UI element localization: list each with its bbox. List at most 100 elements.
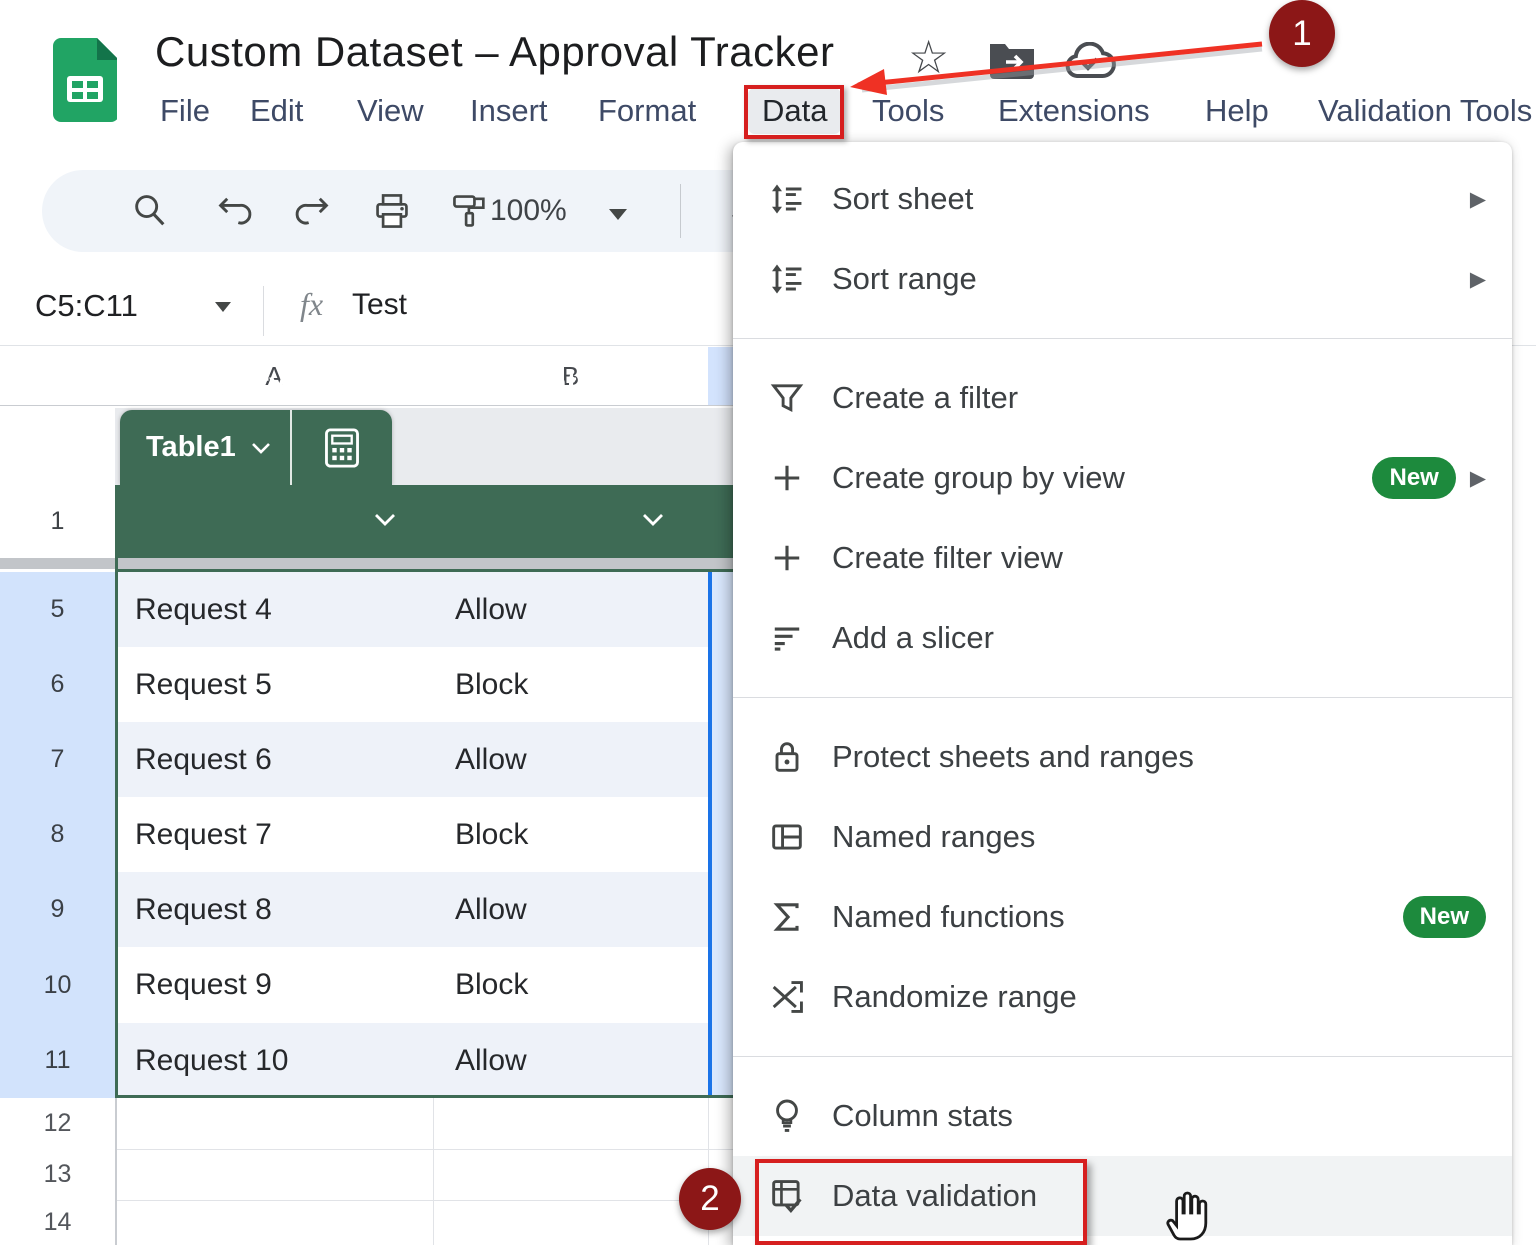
- menubar-item-file[interactable]: File: [160, 88, 210, 134]
- cell-a8-entry[interactable]: Request 7: [115, 797, 433, 872]
- menu-item-create-a-filter[interactable]: Create a filter: [733, 358, 1512, 438]
- menubar-item-edit[interactable]: Edit: [250, 88, 303, 134]
- cell-b7-status[interactable]: Allow: [433, 722, 708, 797]
- row-header-11[interactable]: 11: [0, 1023, 115, 1099]
- move-to-folder-icon[interactable]: [988, 40, 1036, 80]
- cell-a10-entry[interactable]: Request 9: [115, 947, 433, 1023]
- menu-item-randomize-range[interactable]: Randomize range: [733, 957, 1512, 1037]
- table-name-chip[interactable]: Table1: [120, 410, 392, 485]
- cell-b9-status[interactable]: Allow: [433, 872, 708, 947]
- row-header-7[interactable]: 7: [0, 722, 115, 798]
- print-icon[interactable]: [372, 191, 412, 231]
- cell-b5-status[interactable]: Allow: [433, 572, 708, 647]
- row-header-14[interactable]: 14: [0, 1200, 117, 1245]
- annotation-step-1-badge: 1: [1269, 0, 1335, 67]
- cell-text: Block: [455, 968, 528, 1002]
- menubar-item-validation-tools[interactable]: Validation Tools: [1318, 88, 1532, 134]
- cell-c10-selected[interactable]: [708, 947, 733, 1023]
- cell-text: Allow: [455, 743, 527, 777]
- chevron-down-icon[interactable]: [372, 512, 398, 528]
- cell-text: Request 10: [135, 1044, 288, 1078]
- menu-divider: [733, 697, 1512, 698]
- document-title[interactable]: Custom Dataset – Approval Tracker: [155, 28, 834, 76]
- table-header-a-entry[interactable]: A (Entry): [170, 347, 296, 420]
- menu-item-column-stats[interactable]: Column stats: [733, 1076, 1512, 1156]
- cell-text: Allow: [455, 893, 527, 927]
- chevron-down-icon[interactable]: [640, 512, 666, 528]
- search-icon[interactable]: [130, 191, 170, 231]
- submenu-arrow-icon: ▶: [1470, 466, 1486, 491]
- row-header-12[interactable]: 12: [0, 1098, 117, 1150]
- row-header-10[interactable]: 10: [0, 947, 115, 1024]
- lightbulb-icon: [766, 1095, 808, 1137]
- redo-icon[interactable]: [292, 191, 332, 231]
- menubar-item-insert[interactable]: Insert: [470, 88, 548, 134]
- gridline: [433, 1098, 434, 1149]
- cell-c6-selected[interactable]: [708, 647, 733, 722]
- name-box-arrow-icon[interactable]: [215, 302, 231, 312]
- submenu-arrow-icon: ▶: [1470, 187, 1486, 212]
- cell-text: Block: [455, 818, 528, 852]
- menu-item-sort-sheet[interactable]: Sort sheet▶: [733, 159, 1512, 239]
- menu-item-label: Create filter view: [832, 540, 1063, 576]
- menu-item-create-group-by-view[interactable]: Create group by viewNew▶: [733, 438, 1512, 518]
- row-header-1[interactable]: 1: [0, 485, 116, 559]
- menu-item-label: Named functions: [832, 899, 1065, 935]
- table-header-b-status[interactable]: B (Status): [480, 347, 622, 420]
- divider: [263, 286, 264, 336]
- formula-input[interactable]: Test: [352, 288, 407, 322]
- menubar-item-tools[interactable]: Tools: [872, 88, 944, 134]
- cell-c5-selected[interactable]: [708, 572, 733, 647]
- cell-text: 6: [51, 670, 65, 699]
- cell-a6-entry[interactable]: Request 5: [115, 647, 433, 722]
- undo-icon[interactable]: [215, 191, 255, 231]
- new-badge: New: [1372, 457, 1455, 499]
- row-header-13[interactable]: 13: [0, 1149, 117, 1201]
- menubar-item-view[interactable]: View: [357, 88, 424, 134]
- menu-item-create-filter-view[interactable]: Create filter view: [733, 518, 1512, 598]
- cell-a9-entry[interactable]: Request 8: [115, 872, 433, 947]
- row-header-9[interactable]: 9: [0, 872, 115, 948]
- sort-icon: [766, 178, 808, 220]
- menubar-item-extensions[interactable]: Extensions: [998, 88, 1150, 134]
- cell-text: Request 4: [135, 593, 272, 627]
- cloud-saved-icon[interactable]: [1062, 42, 1118, 82]
- name-box[interactable]: C5:C11: [35, 288, 138, 324]
- menu-item-sort-range[interactable]: Sort range▶: [733, 239, 1512, 319]
- cell-text: 9: [51, 895, 65, 924]
- zoom-control[interactable]: 100%: [490, 187, 627, 235]
- gridline: [115, 1200, 740, 1201]
- menubar-item-format[interactable]: Format: [598, 88, 696, 134]
- menu-item-label: Column stats: [832, 1098, 1013, 1134]
- cell-b11-status[interactable]: Allow: [433, 1023, 708, 1098]
- cell-c7-selected[interactable]: [708, 722, 733, 797]
- row-header-6[interactable]: 6: [0, 647, 115, 723]
- cell-a11-entry[interactable]: Request 10: [115, 1023, 433, 1098]
- table-options-icon[interactable]: [292, 423, 392, 473]
- menu-item-named-ranges[interactable]: Named ranges: [733, 797, 1512, 877]
- menu-item-protect-sheets-and-ranges[interactable]: Protect sheets and ranges: [733, 717, 1512, 797]
- menu-item-label: Named ranges: [832, 819, 1035, 855]
- gridline: [708, 1098, 709, 1149]
- menu-item-named-functions[interactable]: Named functionsNew: [733, 877, 1512, 957]
- sort-icon: [766, 258, 808, 300]
- row-header-8[interactable]: 8: [0, 797, 115, 873]
- cell-a5-entry[interactable]: Request 4: [115, 572, 433, 647]
- cell-c11-selected[interactable]: [708, 1023, 733, 1098]
- hidden-rows-separator: [0, 558, 740, 569]
- paint-format-icon[interactable]: [450, 191, 490, 231]
- menu-item-add-a-slicer[interactable]: Add a slicer: [733, 598, 1512, 678]
- cell-b8-status[interactable]: Block: [433, 797, 708, 872]
- filter-icon: [766, 377, 808, 419]
- annotation-box-data-menu: [744, 85, 844, 139]
- menubar-item-help[interactable]: Help: [1205, 88, 1269, 134]
- star-icon[interactable]: ☆: [908, 30, 949, 84]
- cell-b6-status[interactable]: Block: [433, 647, 708, 722]
- cell-a7-entry[interactable]: Request 6: [115, 722, 433, 797]
- cell-c8-selected[interactable]: [708, 797, 733, 872]
- cell-text: 5: [51, 595, 65, 624]
- select-all-corner[interactable]: [0, 347, 117, 406]
- row-header-5[interactable]: 5: [0, 572, 115, 648]
- cell-c9-selected[interactable]: [708, 872, 733, 947]
- cell-b10-status[interactable]: Block: [433, 947, 708, 1023]
